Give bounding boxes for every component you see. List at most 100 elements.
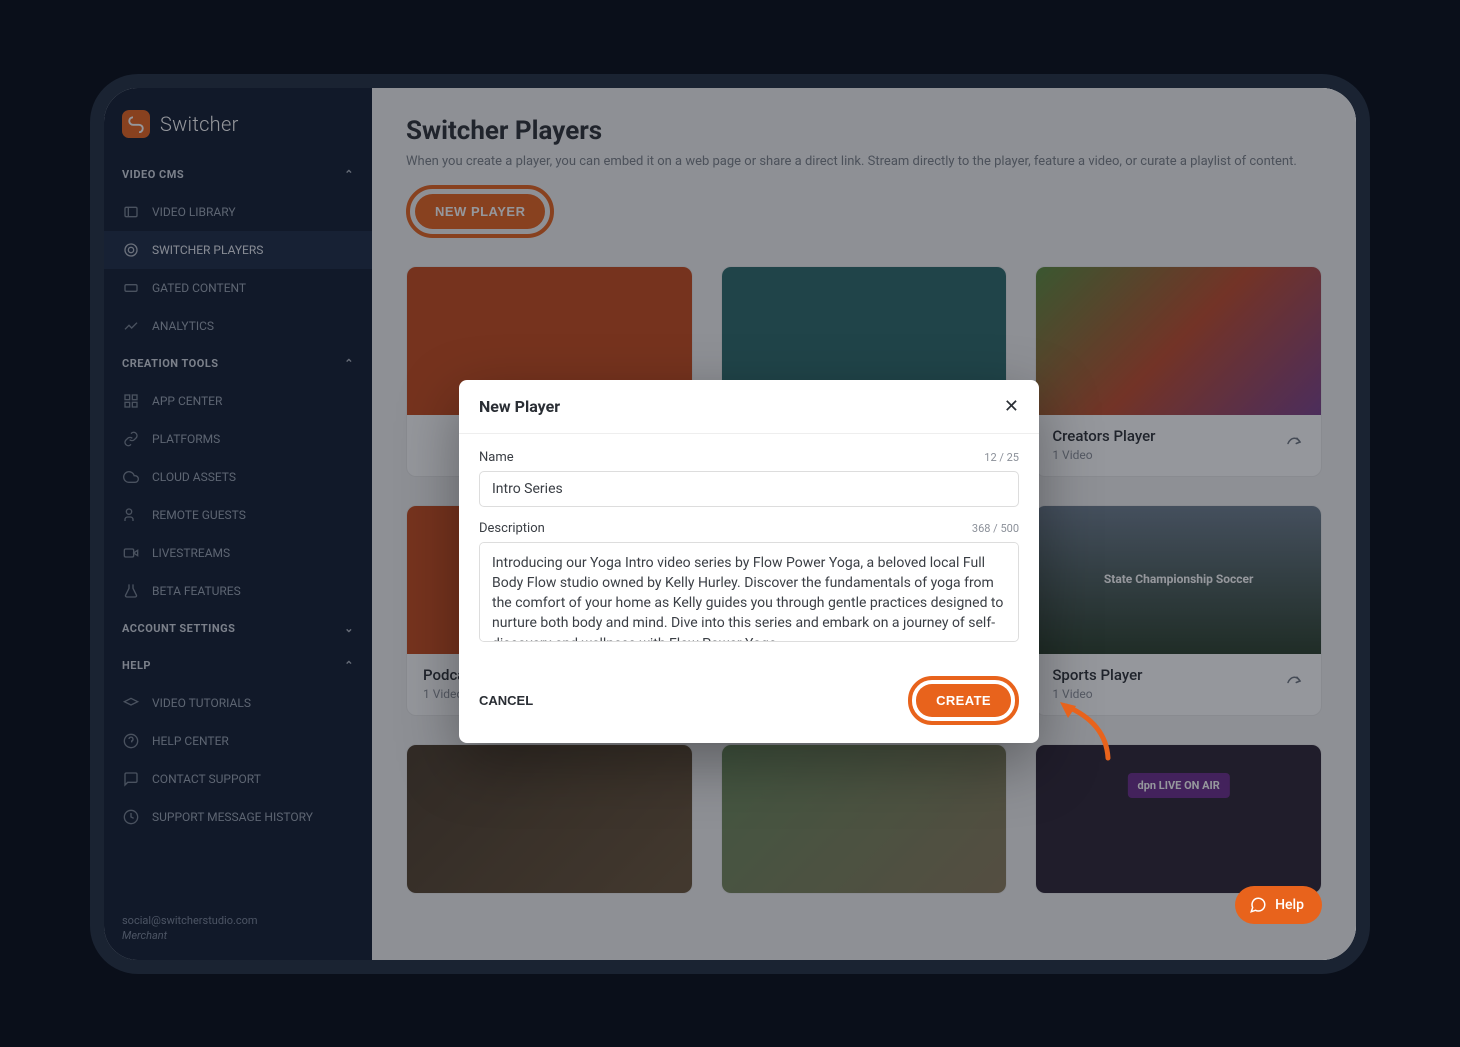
sidebar-item-label: LIVESTREAMS	[152, 546, 230, 560]
nav-section-help[interactable]: HELP ⌃	[104, 647, 372, 684]
sidebar-item-help-center[interactable]: HELP CENTER	[104, 722, 372, 760]
sidebar-item-gated-content[interactable]: GATED CONTENT	[104, 269, 372, 307]
account-role: Merchant	[122, 929, 354, 942]
modal-header: New Player ✕	[459, 380, 1039, 434]
sidebar-item-livestreams[interactable]: LIVESTREAMS	[104, 534, 372, 572]
nav-section-video-cms[interactable]: VIDEO CMS ⌃	[104, 156, 372, 193]
help-chip-label: Help	[1275, 897, 1304, 913]
sidebar-item-label: ANALYTICS	[152, 319, 214, 333]
sidebar-item-label: HELP CENTER	[152, 734, 229, 748]
sidebar-item-cloud-assets[interactable]: CLOUD ASSETS	[104, 458, 372, 496]
account-email: social@switcherstudio.com	[122, 914, 354, 927]
clock-icon	[122, 808, 140, 826]
chevron-down-icon: ⌄	[344, 622, 354, 635]
player-card[interactable]: Sports Player 1 Video	[1035, 505, 1322, 716]
player-card-title: Sports Player	[1052, 666, 1142, 684]
sidebar-item-beta-features[interactable]: BETA FEATURES	[104, 572, 372, 610]
spiral-icon	[122, 241, 140, 259]
player-thumbnail	[1036, 506, 1321, 654]
ticket-icon	[122, 279, 140, 297]
player-card-title: Creators Player	[1052, 427, 1155, 445]
player-card-meta: 1 Video	[1052, 687, 1142, 701]
sidebar-footer: social@switcherstudio.com Merchant	[104, 896, 372, 960]
tablet-frame: Switcher VIDEO CMS ⌃ VIDEO LIBRARY SWITC…	[90, 74, 1370, 974]
sidebar-item-label: REMOTE GUESTS	[152, 508, 246, 522]
player-card[interactable]: Creators Player 1 Video	[1035, 266, 1322, 477]
page-title: Switcher Players	[406, 116, 1322, 146]
sidebar-item-label: APP CENTER	[152, 394, 222, 408]
share-icon[interactable]	[1283, 433, 1305, 455]
sidebar-item-label: VIDEO LIBRARY	[152, 205, 236, 219]
sidebar-item-label: SUPPORT MESSAGE HISTORY	[152, 810, 313, 824]
new-player-modal: New Player ✕ Name 12 / 25 Description 36…	[459, 380, 1039, 743]
player-card-meta: 1 Video	[1052, 448, 1155, 462]
nav-section-label: CREATION TOOLS	[122, 357, 219, 370]
help-chip[interactable]: Help	[1235, 886, 1322, 924]
player-thumbnail	[407, 745, 692, 893]
logo-icon	[122, 110, 150, 138]
sidebar: Switcher VIDEO CMS ⌃ VIDEO LIBRARY SWITC…	[104, 88, 372, 960]
nav-section-label: ACCOUNT SETTINGS	[122, 622, 235, 635]
description-label: Description	[479, 521, 545, 536]
player-card[interactable]	[406, 744, 693, 894]
sidebar-item-video-library[interactable]: VIDEO LIBRARY	[104, 193, 372, 231]
name-label: Name	[479, 450, 514, 465]
nav-section-label: HELP	[122, 659, 151, 672]
player-card[interactable]	[1035, 744, 1322, 894]
sidebar-item-contact-support[interactable]: CONTACT SUPPORT	[104, 760, 372, 798]
name-input[interactable]	[479, 471, 1019, 507]
camera-icon	[122, 544, 140, 562]
player-thumbnail	[1036, 745, 1321, 893]
cloud-icon	[122, 468, 140, 486]
link-icon	[122, 430, 140, 448]
sidebar-item-support-history[interactable]: SUPPORT MESSAGE HISTORY	[104, 798, 372, 836]
sidebar-item-label: CLOUD ASSETS	[152, 470, 236, 484]
description-counter: 368 / 500	[972, 522, 1019, 535]
grad-icon	[122, 694, 140, 712]
grid-icon	[122, 392, 140, 410]
chevron-up-icon: ⌃	[344, 168, 354, 181]
sidebar-item-remote-guests[interactable]: REMOTE GUESTS	[104, 496, 372, 534]
brand-logo[interactable]: Switcher	[104, 88, 372, 156]
app-viewport: Switcher VIDEO CMS ⌃ VIDEO LIBRARY SWITC…	[104, 88, 1356, 960]
flask-icon	[122, 582, 140, 600]
player-thumbnail	[722, 745, 1007, 893]
nav-section-label: VIDEO CMS	[122, 168, 184, 181]
sidebar-item-platforms[interactable]: PLATFORMS	[104, 420, 372, 458]
sidebar-item-label: SWITCHER PLAYERS	[152, 243, 263, 257]
modal-body: Name 12 / 25 Description 368 / 500	[459, 434, 1039, 662]
player-card-body: Sports Player 1 Video	[1036, 654, 1321, 715]
sidebar-item-switcher-players[interactable]: SWITCHER PLAYERS	[104, 231, 372, 269]
modal-footer: CANCEL CREATE	[459, 662, 1039, 743]
nav-section-account-settings[interactable]: ACCOUNT SETTINGS ⌄	[104, 610, 372, 647]
chart-icon	[122, 317, 140, 335]
question-icon	[122, 732, 140, 750]
name-counter: 12 / 25	[984, 451, 1019, 464]
sidebar-item-label: PLATFORMS	[152, 432, 220, 446]
page-subtitle: When you create a player, you can embed …	[406, 154, 1306, 169]
close-icon[interactable]: ✕	[1004, 396, 1019, 417]
sidebar-item-label: CONTACT SUPPORT	[152, 772, 261, 786]
cancel-button[interactable]: CANCEL	[479, 693, 533, 708]
chevron-up-icon: ⌃	[344, 659, 354, 672]
chat-icon	[122, 770, 140, 788]
player-thumbnail	[1036, 267, 1321, 415]
create-button-highlight: CREATE	[908, 676, 1019, 725]
sidebar-item-video-tutorials[interactable]: VIDEO TUTORIALS	[104, 684, 372, 722]
new-player-button-highlight: NEW PLAYER	[406, 185, 554, 238]
nav-section-creation-tools[interactable]: CREATION TOOLS ⌃	[104, 345, 372, 382]
sidebar-item-analytics[interactable]: ANALYTICS	[104, 307, 372, 345]
new-player-button[interactable]: NEW PLAYER	[415, 194, 545, 229]
description-input[interactable]	[479, 542, 1019, 642]
share-icon[interactable]	[1283, 672, 1305, 694]
modal-title: New Player	[479, 397, 560, 416]
create-button[interactable]: CREATE	[916, 684, 1011, 717]
people-icon	[122, 506, 140, 524]
sidebar-item-label: GATED CONTENT	[152, 281, 246, 295]
brand-name: Switcher	[160, 112, 239, 136]
sidebar-item-label: VIDEO TUTORIALS	[152, 696, 251, 710]
chat-bubble-icon	[1249, 896, 1267, 914]
film-icon	[122, 203, 140, 221]
sidebar-item-app-center[interactable]: APP CENTER	[104, 382, 372, 420]
player-card[interactable]	[721, 744, 1008, 894]
